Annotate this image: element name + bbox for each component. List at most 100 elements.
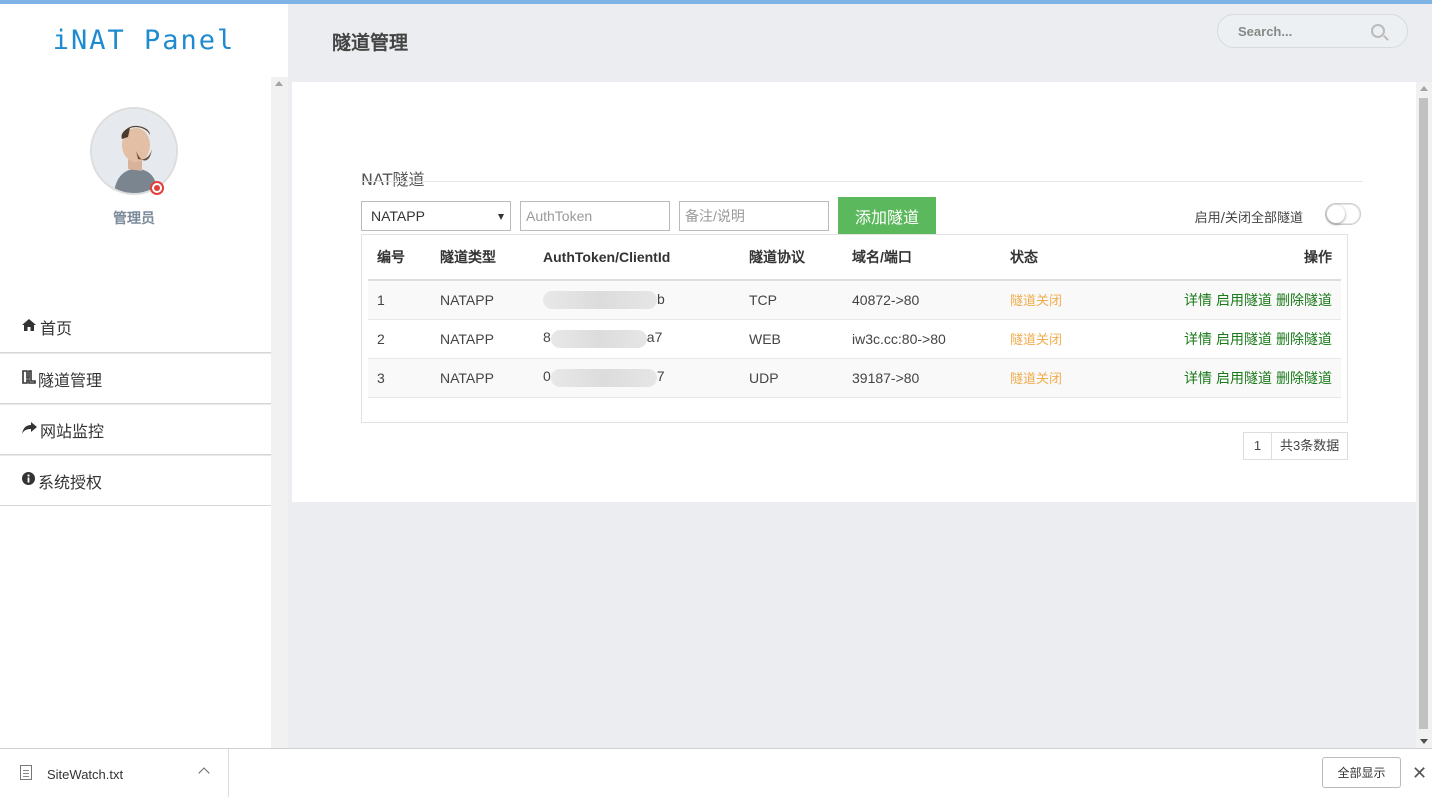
tunnel-table: 编号 隧道类型 AuthToken/ClientId 隧道协议 域名/端口 状态…: [368, 235, 1341, 398]
main-header: 隧道管理: [288, 4, 1432, 82]
token-tail: a7: [646, 329, 663, 346]
sidebar-nav: 首页 隧道管理 网站监控 系统授权: [0, 302, 271, 506]
cell-actions: 详情 启用隧道 删除隧道: [1121, 280, 1341, 320]
cell-protocol: UDP: [740, 358, 843, 398]
toggle-knob: [1327, 205, 1345, 223]
status-indicator-icon: [150, 181, 164, 195]
page-number-button[interactable]: 1: [1244, 433, 1272, 459]
search-icon[interactable]: [1371, 24, 1385, 38]
cell-target: 40872->80: [843, 280, 1001, 320]
search-box[interactable]: [1217, 14, 1408, 48]
redacted-token: [550, 368, 657, 387]
enable-tunnel-link[interactable]: 启用隧道: [1216, 292, 1272, 308]
sidebar-item-label: 网站监控: [40, 421, 105, 441]
token-tail: b: [657, 290, 665, 307]
sidebar-item-license[interactable]: 系统授权: [0, 455, 271, 506]
user-name: 管理员: [113, 211, 155, 227]
cell-id: 3: [368, 358, 431, 398]
sidebar-item-label: 首页: [40, 319, 73, 338]
info-icon: [22, 472, 36, 489]
cell-actions: 详情 启用隧道 删除隧道: [1121, 319, 1341, 359]
download-bar: SiteWatch.txt 全部显示 ✕: [0, 748, 1432, 797]
enable-tunnel-link[interactable]: 启用隧道: [1216, 331, 1272, 347]
status-badge: 隧道关闭: [1001, 358, 1121, 398]
enable-tunnel-link[interactable]: 启用隧道: [1216, 370, 1272, 386]
scroll-thumb[interactable]: [1419, 98, 1428, 729]
note-input[interactable]: [679, 201, 829, 231]
cell-type: NATAPP: [431, 280, 534, 320]
toggle-all-switch[interactable]: [1325, 203, 1361, 225]
tunnel-table-container: 编号 隧道类型 AuthToken/ClientId 隧道协议 域名/端口 状态…: [361, 234, 1348, 423]
brand-logo[interactable]: iNAT Panel: [0, 4, 288, 77]
status-badge: 隧道关闭: [1001, 319, 1121, 359]
panel-title: NAT隧道: [361, 170, 425, 189]
table-row: 3 NATAPP 07 UDP 39187->80 隧道关闭 详情 启用隧道 删除隧…: [368, 358, 1341, 398]
authtoken-input[interactable]: [520, 201, 670, 231]
cell-token: 8 a7: [534, 319, 740, 359]
avatar-image: [92, 109, 176, 193]
col-status: 状态: [1001, 235, 1121, 281]
main-scrollbar[interactable]: [1416, 82, 1432, 748]
cell-id: 1: [368, 280, 431, 320]
cell-target: 39187->80: [843, 358, 1001, 398]
add-tunnel-button[interactable]: 添加隧道: [838, 197, 936, 234]
scroll-down-icon[interactable]: [1420, 739, 1428, 744]
tunnel-type-value: NATAPP: [371, 208, 425, 224]
main-area: 隧道管理 NAT隧道 NATAPP 添加隧道 启用/关闭全部隧道 编号: [288, 4, 1432, 748]
cell-actions: 详情 启用隧道 删除隧道: [1121, 358, 1341, 398]
toggle-all-label: 启用/关闭全部隧道: [1194, 211, 1303, 226]
chevron-up-icon[interactable]: [198, 767, 210, 779]
detail-link[interactable]: 详情: [1184, 370, 1212, 386]
share-arrow-icon: [22, 421, 38, 438]
tunnel-icon: [22, 369, 36, 388]
cell-protocol: TCP: [740, 280, 843, 320]
redacted-token: [550, 329, 647, 348]
pagination: 1 共3条数据: [1243, 432, 1349, 460]
delete-tunnel-link[interactable]: 删除隧道: [1276, 292, 1332, 308]
total-count: 共3条数据: [1280, 438, 1340, 453]
sidebar-item-site-monitor[interactable]: 网站监控: [0, 404, 271, 455]
scroll-up-icon[interactable]: [1420, 86, 1428, 91]
brand-text: iNAT Panel: [52, 25, 236, 56]
cell-token: b: [534, 280, 740, 320]
sidebar-item-tunnels[interactable]: 隧道管理: [0, 353, 271, 404]
download-file-name: SiteWatch.txt: [47, 767, 124, 782]
col-target: 域名/端口: [843, 235, 1001, 281]
col-type: 隧道类型: [431, 235, 534, 281]
col-id: 编号: [368, 235, 431, 281]
cell-target: iw3c.cc:80->80: [843, 319, 1001, 359]
sidebar-item-label: 隧道管理: [38, 370, 103, 390]
cell-id: 2: [368, 319, 431, 359]
col-protocol: 隧道协议: [740, 235, 843, 281]
detail-link[interactable]: 详情: [1184, 331, 1212, 347]
cell-token: 07: [534, 358, 740, 398]
table-header-row: 编号 隧道类型 AuthToken/ClientId 隧道协议 域名/端口 状态…: [368, 235, 1341, 281]
token-head: 8: [543, 329, 551, 346]
search-input[interactable]: [1238, 15, 1378, 47]
page-title: 隧道管理: [332, 32, 409, 54]
content-card: NAT隧道 NATAPP 添加隧道 启用/关闭全部隧道 编号 隧道类型 Auth…: [292, 82, 1416, 502]
table-row: 2 NATAPP 8 a7 WEB iw3c.cc:80->80 隧道关闭 详情启…: [368, 319, 1341, 359]
divider: [361, 181, 1363, 182]
cell-type: NATAPP: [431, 358, 534, 398]
tunnel-toolbar: NATAPP 添加隧道 启用/关闭全部隧道: [361, 197, 1361, 234]
home-icon: [22, 319, 38, 335]
detail-link[interactable]: 详情: [1184, 292, 1212, 308]
file-icon: [20, 765, 32, 780]
sidebar-item-label: 系统授权: [38, 472, 103, 492]
sidebar-scrollbar[interactable]: [271, 77, 288, 748]
delete-tunnel-link[interactable]: 删除隧道: [1276, 331, 1332, 347]
show-all-downloads-button[interactable]: 全部显示: [1322, 757, 1401, 788]
token-tail: 7: [656, 368, 665, 385]
sidebar-item-home[interactable]: 首页: [0, 302, 271, 353]
download-item[interactable]: SiteWatch.txt: [0, 749, 229, 797]
close-icon[interactable]: ✕: [1412, 763, 1427, 784]
table-row: 1 NATAPP b TCP 40872->80 隧道关闭 详情 启用隧道 删除隧道: [368, 280, 1341, 320]
delete-tunnel-link[interactable]: 删除隧道: [1276, 370, 1332, 386]
tunnel-type-select[interactable]: NATAPP: [361, 201, 511, 231]
avatar[interactable]: [90, 107, 178, 195]
scroll-up-icon[interactable]: [275, 81, 283, 86]
sidebar: iNAT Panel 管理员 首页 隧道管理 网站监控 系统授权: [0, 4, 288, 748]
col-token: AuthToken/ClientId: [534, 235, 740, 281]
col-actions: 操作: [1121, 235, 1341, 281]
